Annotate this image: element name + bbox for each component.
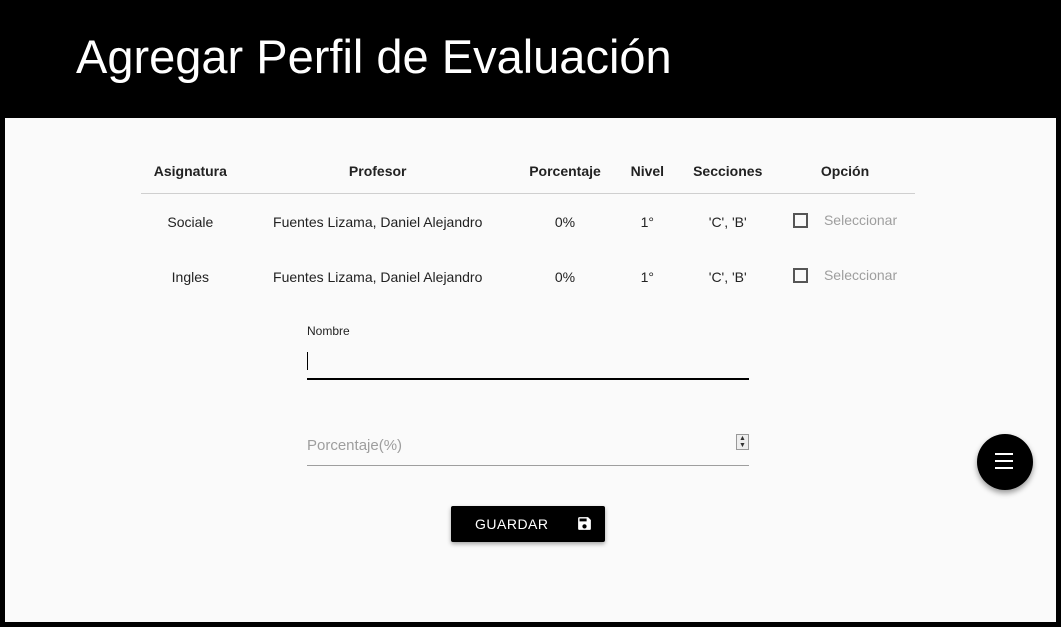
nombre-input[interactable] — [307, 342, 749, 380]
column-header-nivel: Nivel — [614, 148, 681, 194]
table-header-row: Asignatura Profesor Porcentaje Nivel Sec… — [141, 148, 915, 194]
porcentaje-field-group: ▲ ▼ — [307, 426, 749, 466]
nombre-label: Nombre — [307, 324, 350, 338]
spin-up-icon[interactable]: ▲ — [737, 435, 748, 442]
cell-secciones: 'C', 'B' — [708, 268, 747, 285]
column-header-secciones: Secciones — [680, 148, 776, 194]
cell-opcion: Seleccionar — [775, 194, 915, 250]
menu-fab-button[interactable] — [977, 434, 1033, 490]
cell-secciones: 'C', 'B' — [708, 213, 747, 230]
cell-nivel: 1° — [640, 268, 655, 285]
spin-down-icon[interactable]: ▼ — [737, 442, 748, 449]
cell-porcentaje: 0% — [554, 213, 576, 230]
cell-nivel: 1° — [640, 213, 655, 230]
select-label: Seleccionar — [823, 267, 898, 284]
cell-porcentaje: 0% — [554, 268, 576, 285]
save-button-label: GUARDAR — [475, 516, 549, 532]
select-checkbox[interactable] — [792, 267, 808, 283]
page-title: Agregar Perfil de Evaluación — [76, 30, 672, 83]
nombre-field-group: Nombre — [307, 324, 749, 380]
floppy-disk-icon — [578, 517, 591, 530]
porcentaje-input[interactable] — [307, 426, 749, 466]
app-header: Agregar Perfil de Evaluación — [0, 0, 1061, 118]
save-button[interactable]: GUARDAR — [451, 506, 605, 542]
column-header-asignatura: Asignatura — [141, 148, 240, 194]
select-option[interactable]: Seleccionar — [792, 267, 898, 284]
content-card: Asignatura Profesor Porcentaje Nivel Sec… — [5, 118, 1056, 622]
cell-asignatura: Sociale — [167, 213, 214, 230]
column-header-opcion: Opción — [775, 148, 915, 194]
cell-asignatura: Ingles — [171, 268, 209, 285]
number-spinner[interactable]: ▲ ▼ — [736, 434, 749, 450]
column-header-porcentaje: Porcentaje — [515, 148, 615, 194]
select-label: Seleccionar — [823, 212, 898, 229]
column-header-profesor: Profesor — [239, 148, 516, 194]
cell-opcion: Seleccionar — [775, 249, 915, 304]
cell-profesor: Fuentes Lizama, Daniel Alejandro — [273, 213, 483, 230]
cell-profesor: Fuentes Lizama, Daniel Alejandro — [273, 268, 483, 285]
text-caret — [307, 352, 308, 370]
menu-icon — [995, 453, 1015, 471]
select-checkbox[interactable] — [792, 212, 808, 228]
table-row: Sociale Fuentes Lizama, Daniel Alejandro… — [141, 194, 915, 250]
subjects-table: Asignatura Profesor Porcentaje Nivel Sec… — [141, 148, 915, 304]
select-option[interactable]: Seleccionar — [792, 212, 898, 229]
table-row: Ingles Fuentes Lizama, Daniel Alejandro … — [141, 249, 915, 304]
